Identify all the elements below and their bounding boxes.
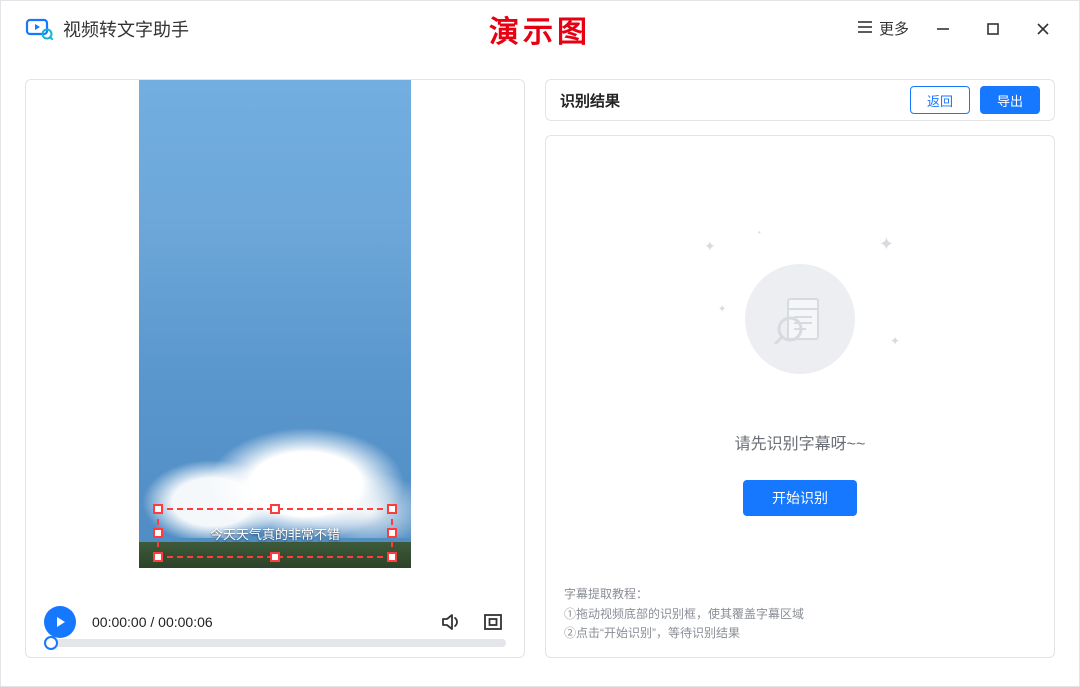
volume-icon xyxy=(439,610,463,634)
tutorial-text: 字幕提取教程： ①拖动视频底部的识别框，使其覆盖字幕区域 ②点击“开始识别”，等… xyxy=(564,585,804,643)
tutorial-step: ②点击“开始识别”，等待识别结果 xyxy=(564,624,804,643)
start-recognition-button[interactable]: 开始识别 xyxy=(743,480,857,516)
more-label: 更多 xyxy=(879,18,909,39)
fullscreen-button[interactable] xyxy=(480,609,506,635)
result-body: ✦ ✦ ✦ ✦ • xyxy=(545,135,1055,658)
placeholder-text: 请先识别字幕呀~~ xyxy=(735,430,866,454)
title-controls: 更多 xyxy=(857,13,1059,45)
volume-button[interactable] xyxy=(438,609,464,635)
result-title: 识别结果 xyxy=(560,90,620,111)
star-icon: ✦ xyxy=(890,334,900,348)
hamburger-icon xyxy=(857,20,873,38)
video-panel: 今天天气真的非常不错 00:00:00 / 00:00:06 xyxy=(25,79,525,658)
result-header: 识别结果 返回 导出 xyxy=(545,79,1055,121)
star-icon: ✦ xyxy=(704,238,716,255)
duration: 00:00:06 xyxy=(158,614,213,630)
content-area: 今天天气真的非常不错 00:00:00 / 00:00:06 xyxy=(1,57,1079,686)
app-title: 视频转文字助手 xyxy=(63,16,189,42)
back-button[interactable]: 返回 xyxy=(910,86,970,114)
tutorial-step: ①拖动视频底部的识别框，使其覆盖字幕区域 xyxy=(564,605,804,624)
document-search-icon xyxy=(768,287,832,351)
progress-bar[interactable] xyxy=(44,639,506,647)
player-controls: 00:00:00 / 00:00:06 xyxy=(26,587,524,657)
placeholder-circle xyxy=(745,264,855,374)
fullscreen-icon xyxy=(481,610,505,634)
demo-watermark: 演示图 xyxy=(489,7,591,51)
export-button[interactable]: 导出 xyxy=(980,86,1040,114)
play-icon xyxy=(53,615,67,629)
subtitle-selection-box[interactable]: 今天天气真的非常不错 xyxy=(157,508,393,558)
app-window: 视频转文字助手 演示图 更多 xyxy=(0,0,1080,687)
player-time: 00:00:00 / 00:00:06 xyxy=(92,614,213,630)
star-icon: ✦ xyxy=(879,234,894,255)
minimize-button[interactable] xyxy=(927,13,959,45)
progress-thumb[interactable] xyxy=(44,636,58,650)
video-area[interactable]: 今天天气真的非常不错 xyxy=(26,80,524,587)
result-panel: 识别结果 返回 导出 ✦ ✦ ✦ ✦ • xyxy=(545,79,1055,658)
video-frame: 今天天气真的非常不错 xyxy=(139,80,411,568)
star-icon: • xyxy=(758,228,761,237)
video-subtitle-text: 今天天气真的非常不错 xyxy=(159,510,391,556)
titlebar: 视频转文字助手 演示图 更多 xyxy=(1,1,1079,57)
app-logo-icon xyxy=(25,15,53,43)
play-button[interactable] xyxy=(44,606,76,638)
app-brand: 视频转文字助手 xyxy=(25,15,189,43)
tutorial-heading: 字幕提取教程： xyxy=(564,585,804,604)
more-menu-button[interactable]: 更多 xyxy=(857,18,909,39)
current-time: 00:00:00 xyxy=(92,614,147,630)
maximize-button[interactable] xyxy=(977,13,1009,45)
placeholder-graphic: ✦ ✦ ✦ ✦ • xyxy=(700,234,900,394)
close-button[interactable] xyxy=(1027,13,1059,45)
star-icon: ✦ xyxy=(718,304,726,315)
